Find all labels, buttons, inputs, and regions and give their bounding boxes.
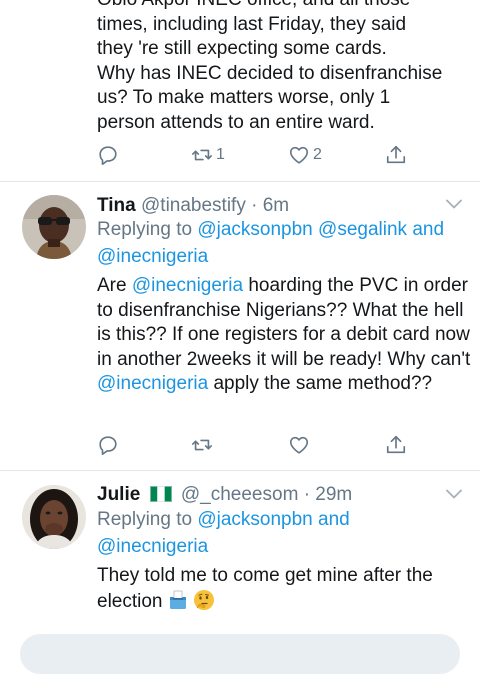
reply-icon	[99, 146, 117, 165]
tweet-text-part: apply the same method??	[208, 373, 433, 394]
avatar-image	[22, 485, 86, 549]
mention-link[interactable]: @inecnigeria	[97, 536, 208, 557]
mention-link[interactable]: @inecnigeria	[132, 275, 243, 296]
chevron-down-icon[interactable]	[446, 199, 462, 209]
retweet-icon	[192, 439, 212, 451]
tweet-line: times, including last Friday, they said	[97, 13, 407, 35]
share-icon	[386, 145, 406, 164]
tweet-text-part: They told me to come get mine after the …	[97, 565, 433, 612]
avatar-image	[22, 195, 86, 259]
handle[interactable]: @_cheeesom	[181, 484, 299, 505]
replying-label: Replying to	[97, 509, 193, 530]
tweet-text: They told me to come get mine after the …	[97, 564, 472, 614]
reply-button[interactable]	[97, 434, 119, 456]
replying-label: Replying to	[97, 219, 193, 240]
heart-icon	[289, 146, 309, 164]
share-button[interactable]	[385, 434, 407, 456]
reply-and: and	[318, 509, 350, 530]
share-button[interactable]	[385, 144, 407, 166]
tweet-text: Are @inecnigeria hoarding the PVC in ord…	[97, 274, 472, 397]
tweet-text-part: Are	[97, 275, 132, 296]
nigeria-flag-icon	[149, 486, 172, 502]
tweet-divider	[0, 470, 480, 471]
ballot-box-icon	[169, 590, 186, 609]
thinking-face-icon	[193, 589, 214, 610]
tweet-text-top: Obio Akpor INEC office, and all those ti…	[97, 0, 467, 135]
chevron-down-icon[interactable]	[446, 489, 462, 499]
mention-link[interactable]: @inecnigeria	[97, 246, 208, 267]
mention-link[interactable]: @jacksonpbn	[197, 219, 312, 240]
tweet-line: Obio Akpor INEC office, and all those	[97, 0, 467, 13]
handle[interactable]: @tinabestify	[141, 195, 246, 216]
tweet-line: Why has INEC decided to disenfranchise	[97, 62, 443, 84]
tweet-divider	[0, 181, 480, 182]
timestamp[interactable]: 29m	[315, 484, 352, 505]
tweet-actions	[97, 434, 427, 462]
reply-compose-bar[interactable]	[20, 634, 460, 674]
tweet-header: Tina @tinabestify · 6m	[97, 195, 289, 217]
mention-link[interactable]: @inecnigeria	[97, 373, 208, 394]
timestamp[interactable]: 6m	[263, 195, 289, 216]
reply-icon	[99, 436, 117, 455]
avatar[interactable]	[22, 195, 86, 259]
mention-link[interactable]: @segalink	[318, 219, 407, 240]
retweet-button[interactable]	[191, 434, 213, 456]
avatar[interactable]	[22, 485, 86, 549]
like-button[interactable]: 2	[288, 144, 322, 166]
like-button[interactable]	[288, 434, 310, 456]
tweet-actions-top: 1 2	[97, 144, 427, 172]
reply-and: and	[412, 219, 445, 240]
reply-button[interactable]	[97, 144, 119, 166]
tweet-header: Julie @_cheeesom · 29m	[97, 484, 352, 506]
replying-to: Replying to @jacksonpbn and @inecnigeria	[97, 506, 467, 560]
retweet-icon	[192, 149, 212, 161]
display-name[interactable]: Julie	[97, 484, 140, 505]
heart-icon	[289, 436, 309, 454]
retweet-count: 1	[216, 146, 225, 163]
share-icon	[386, 435, 406, 454]
tweet-line: person attends to an entire ward.	[97, 111, 375, 133]
display-name[interactable]: Tina	[97, 195, 136, 216]
like-count: 2	[313, 146, 322, 163]
mention-link[interactable]: @jacksonpbn	[197, 509, 312, 530]
tweet-line: us? To make matters worse, only 1	[97, 87, 391, 108]
tweet-line: they 're still expecting some cards.	[97, 38, 387, 59]
replying-to: Replying to @jacksonpbn @segalink and @i…	[97, 216, 467, 270]
retweet-button[interactable]: 1	[191, 144, 225, 166]
